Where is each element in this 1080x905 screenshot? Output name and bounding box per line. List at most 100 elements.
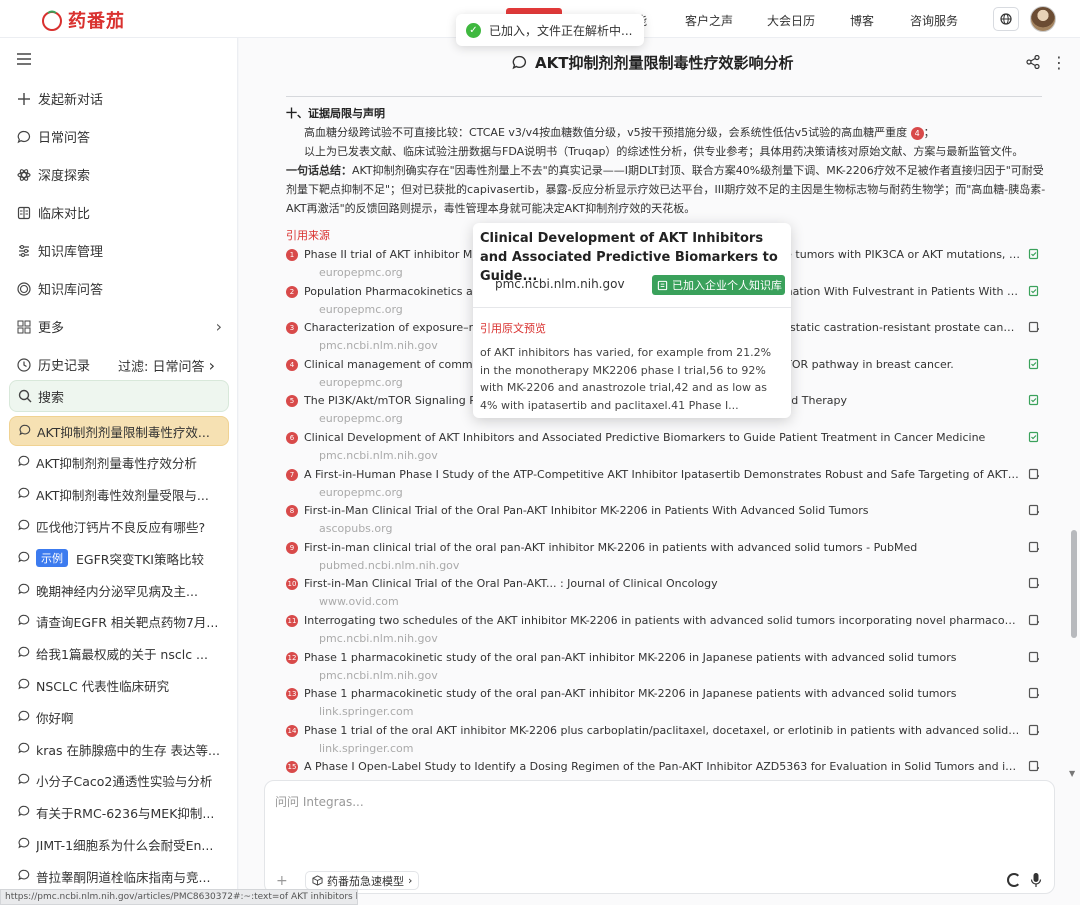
sidebar-item-kb-manage[interactable]: 知识库管理 — [16, 241, 103, 260]
kb-added-icon[interactable] — [1028, 248, 1040, 260]
reference-item[interactable]: 7 A First-in-Human Phase I Study of the A… — [286, 465, 1046, 501]
nav-item-blog[interactable]: 博客 — [850, 12, 874, 29]
sidebar-item-daily-qa[interactable]: 日常问答 — [16, 127, 90, 146]
reference-title[interactable]: A Phase I Open-Label Study to Identify a… — [304, 757, 1020, 776]
conversation-item[interactable]: 晚期神经内分泌罕见病及主... — [9, 575, 229, 605]
reference-item[interactable]: 9 First-in-man clinical trial of the oral… — [286, 538, 1046, 574]
conversation-item[interactable]: 有关于RMC-6236与MEK抑制... — [9, 797, 229, 827]
composer-placeholder: 问问 Integras... — [275, 795, 364, 809]
reference-number: 8 — [286, 505, 298, 518]
conversation-item[interactable]: AKT抑制剂剂量毒性疗效分析 — [9, 447, 229, 477]
reference-domain: europepmc.org — [319, 375, 403, 389]
add-to-kb-icon[interactable] — [1028, 504, 1040, 516]
reference-title[interactable]: First-in-Man Clinical Trial of the Oral … — [304, 501, 1020, 520]
conversation-title: 有关于RMC-6236与MEK抑制... — [36, 805, 215, 821]
conversation-item[interactable]: 匹伐他汀钙片不良反应有哪些? — [9, 511, 229, 541]
conversation-item[interactable]: 示例 EGFR突变TKI策略比较 — [9, 543, 229, 573]
more-vertical-icon[interactable]: ⋮ — [1051, 53, 1067, 72]
kb-added-icon[interactable] — [1028, 358, 1040, 370]
check-circle-icon: ✓ — [466, 22, 481, 38]
conversation-item[interactable]: AKT抑制剂毒性效剂量受限与... — [9, 479, 229, 509]
kb-added-icon[interactable] — [1028, 431, 1040, 443]
kb-added-icon[interactable] — [1028, 394, 1040, 406]
reference-title[interactable]: Phase 1 pharmacokinetic study of the ora… — [304, 648, 1020, 667]
add-to-kb-icon[interactable] — [1028, 541, 1040, 553]
add-to-kb-icon[interactable] — [1028, 687, 1040, 699]
user-avatar[interactable] — [1030, 6, 1056, 32]
limitation-paragraph: 高血糖分级跨试验不可直接比较：CTCAE v3/v4按血糖数值分级，v5按干预措… — [286, 123, 1046, 142]
history-filter-dropdown[interactable]: 过滤: 日常问答 › — [118, 356, 215, 375]
page-title: AKT抑制剂剂量限制毒性疗效影响分析 — [535, 54, 794, 72]
add-to-kb-icon[interactable] — [1028, 614, 1040, 626]
popover-domain[interactable]: pmc.ncbi.nlm.nih.gov — [495, 277, 625, 291]
language-button[interactable] — [993, 7, 1019, 31]
cube-icon — [312, 875, 323, 886]
added-to-kb-button[interactable]: 已加入企业个人知识库 — [652, 275, 785, 295]
reference-item[interactable]: 8 First-in-Man Clinical Trial of the Oral… — [286, 501, 1046, 537]
share-icon[interactable] — [1026, 55, 1040, 69]
reference-item[interactable]: 14 Phase 1 trial of the oral AKT inhibito… — [286, 721, 1046, 757]
conversation-item[interactable]: NSCLC 代表性临床研究 — [9, 670, 229, 700]
conversation-item[interactable]: AKT抑制剂剂量限制毒性疗效... — [9, 416, 229, 446]
sidebar-item-deep-explore[interactable]: 深度探索 — [16, 165, 90, 184]
sidebar-item-clinical-compare[interactable]: 临床对比 — [16, 203, 90, 222]
reference-title[interactable]: First-in-Man Clinical Trial of the Oral … — [304, 574, 1020, 593]
chat-bubble-icon — [18, 805, 30, 820]
reference-item[interactable]: 11 Interrogating two schedules of the AKT… — [286, 611, 1046, 647]
add-attachment-button[interactable]: + — [276, 873, 288, 889]
reference-item[interactable]: 10 First-in-Man Clinical Trial of the Ora… — [286, 574, 1046, 610]
chat-bubble-icon — [18, 869, 30, 884]
reference-title[interactable]: Phase 1 trial of the oral AKT inhibitor … — [304, 721, 1020, 740]
reference-item[interactable]: 12 Phase 1 pharmacokinetic study of the o… — [286, 648, 1046, 684]
add-to-kb-icon[interactable] — [1028, 760, 1040, 772]
scrollbar-track[interactable] — [1070, 60, 1078, 772]
add-to-kb-icon[interactable] — [1028, 577, 1040, 589]
chevron-right-icon: › — [408, 874, 413, 887]
conversation-item[interactable]: 请查询EGFR 相关靶点药物7月... — [9, 606, 229, 636]
history-header: 历史记录 — [16, 355, 90, 374]
history-filter-label: 过滤: 日常问答 — [118, 360, 205, 375]
sidebar-item-new-chat[interactable]: 发起新对话 — [16, 89, 103, 108]
conversation-title: 普拉睾酮阴道栓临床指南与竞... — [36, 869, 211, 885]
conversation-item[interactable]: JIMT-1细胞系为什么会耐受En... — [9, 829, 229, 859]
microphone-icon[interactable] — [1030, 872, 1042, 888]
add-to-kb-icon[interactable] — [1028, 468, 1040, 480]
kb-added-icon[interactable] — [1028, 285, 1040, 297]
add-to-kb-icon[interactable] — [1028, 651, 1040, 663]
popover-divider — [473, 307, 791, 308]
chat-bubble-icon — [18, 551, 30, 566]
scrollbar-thumb[interactable] — [1071, 530, 1077, 638]
nav-item-testimonials[interactable]: 客户之声 — [685, 12, 733, 29]
sidebar-item-label: 深度探索 — [38, 169, 91, 184]
conversation-title: 请查询EGFR 相关靶点药物7月... — [36, 614, 219, 630]
reference-number: 2 — [286, 285, 298, 298]
conversation-item[interactable]: 普拉睾酮阴道栓临床指南与竞... — [9, 861, 229, 891]
citation-badge[interactable]: 4 — [910, 126, 924, 140]
chat-composer[interactable]: 问问 Integras... + 药番茄急速模型 › — [264, 780, 1055, 894]
conversation-item[interactable]: 小分子Caco2通透性实验与分析 — [9, 765, 229, 795]
conversation-item[interactable]: 给我1篇最权威的关于 nsclc ... — [9, 638, 229, 668]
history-search[interactable]: 搜索 — [9, 380, 229, 412]
menu-toggle[interactable] — [16, 52, 32, 66]
reference-item[interactable]: 6 Clinical Development of AKT Inhibitors … — [286, 428, 1046, 464]
model-selector[interactable]: 药番茄急速模型 › — [305, 871, 420, 890]
reference-title[interactable]: A First-in-Human Phase I Study of the AT… — [304, 465, 1020, 484]
reference-title[interactable]: Interrogating two schedules of the AKT i… — [304, 611, 1020, 630]
reference-title[interactable]: First-in-man clinical trial of the oral … — [304, 538, 1020, 557]
add-to-kb-icon[interactable] — [1028, 321, 1040, 333]
reference-item[interactable]: 13 Phase 1 pharmacokinetic study of the o… — [286, 684, 1046, 720]
conversation-title: EGFR突变TKI策略比较 — [76, 551, 204, 567]
sidebar-item-kb-qa[interactable]: 知识库问答 — [16, 279, 103, 298]
add-to-kb-icon[interactable] — [1028, 724, 1040, 736]
scroll-down-arrow-icon[interactable]: ▼ — [1069, 769, 1075, 778]
reference-number: 3 — [286, 322, 298, 335]
brand-logo[interactable]: 药番茄 — [40, 7, 125, 33]
nav-item-conference-calendar[interactable]: 大会日历 — [767, 12, 815, 29]
conversation-item[interactable]: 你好啊 — [9, 702, 229, 732]
nav-item-consulting[interactable]: 咨询服务 — [910, 12, 958, 29]
reference-domain: pmc.ncbi.nlm.nih.gov — [319, 668, 438, 682]
conversation-item[interactable]: kras 在肺腺癌中的生存 表达等... — [9, 734, 229, 764]
reference-title[interactable]: Clinical Development of AKT Inhibitors a… — [304, 428, 1020, 447]
sidebar-item-more[interactable]: 更多 › — [16, 317, 222, 336]
reference-title[interactable]: Phase 1 pharmacokinetic study of the ora… — [304, 684, 1020, 703]
